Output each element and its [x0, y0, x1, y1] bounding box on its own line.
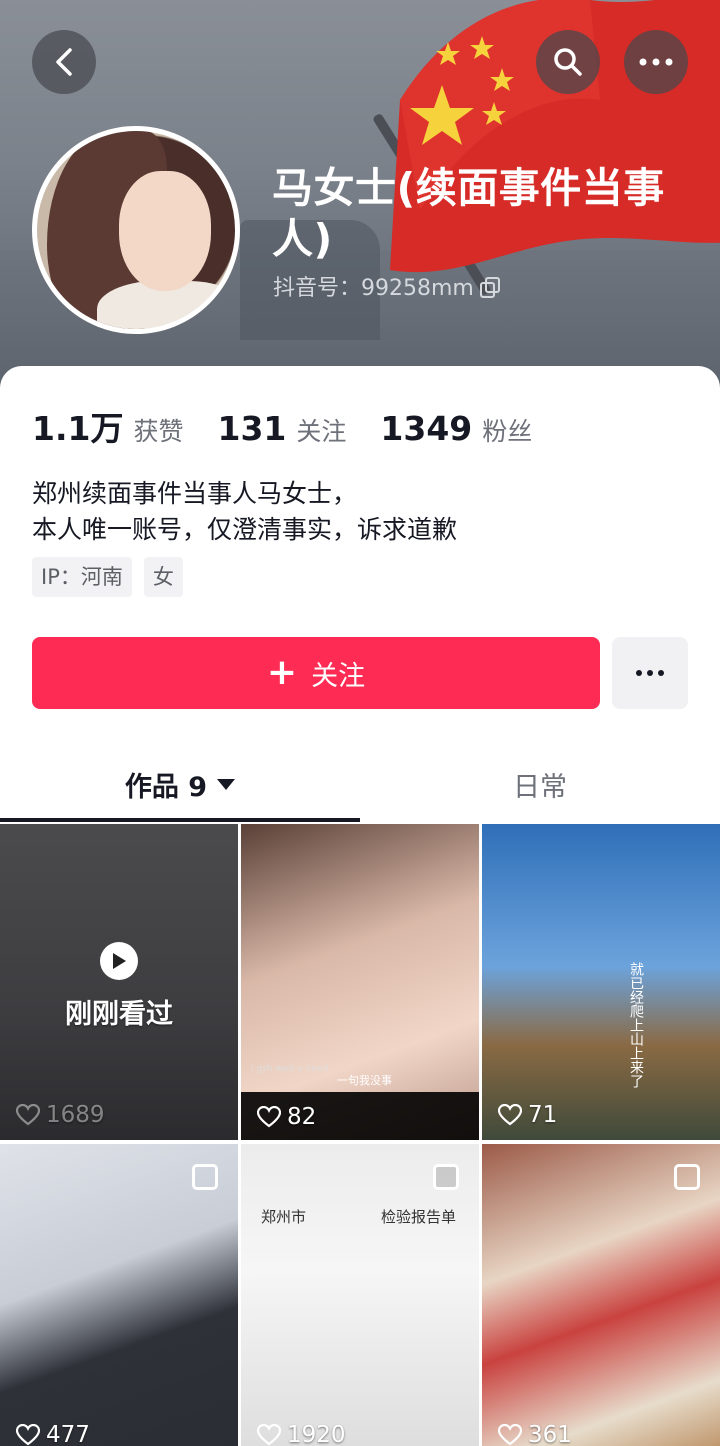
- stat-value: 1349: [380, 409, 473, 448]
- like-count-value: 71: [528, 1102, 558, 1128]
- douyin-id-text: 抖音号：99258mm: [273, 276, 474, 301]
- more-dots-icon: [636, 670, 664, 676]
- heart-icon: [257, 1424, 281, 1446]
- profile-bio: 郑州续面事件当事人马女士， 本人唯一账号，仅澄清事实，诉求道歉: [32, 479, 458, 544]
- heart-icon: [498, 1424, 522, 1446]
- stat-label: 关注: [296, 417, 347, 446]
- report-title: 郑州市 检验报告单: [261, 1208, 457, 1226]
- tab-works[interactable]: 作品 9: [0, 752, 360, 816]
- follow-more-button[interactable]: [612, 637, 688, 709]
- multi-image-icon: [192, 1164, 218, 1190]
- like-count: 477: [16, 1422, 90, 1446]
- image-tile[interactable]: 361: [482, 1144, 720, 1446]
- stat-likes[interactable]: 1.1万 获赞: [32, 402, 183, 450]
- tag-gender: 女: [143, 557, 183, 597]
- tab-daily[interactable]: 日常: [360, 752, 720, 816]
- tab-active-indicator: [0, 818, 360, 822]
- like-count: 82: [257, 1104, 316, 1130]
- profile-tags: IP：河南 女: [32, 557, 183, 597]
- video-caption: 就已经爬上山上来了: [628, 962, 644, 1088]
- video-tile[interactable]: 就已经爬上山上来了 71: [482, 824, 720, 1140]
- video-caption-small: i gsh wait u need: [251, 1064, 329, 1074]
- douyin-id[interactable]: 抖音号：99258mm: [273, 270, 500, 302]
- copy-icon[interactable]: [479, 277, 500, 298]
- image-tile[interactable]: 郑州市 检验报告单 1920: [241, 1144, 479, 1446]
- stat-following[interactable]: 131 关注: [217, 409, 346, 448]
- content-tabs: 作品 9 日常: [0, 752, 720, 822]
- stat-value: 1.1万: [32, 409, 124, 448]
- tab-daily-label: 日常: [513, 771, 567, 803]
- multi-image-icon: [674, 1164, 700, 1190]
- like-count: 1920: [257, 1422, 346, 1446]
- heart-icon: [257, 1106, 281, 1128]
- like-count-value: 82: [287, 1104, 317, 1130]
- like-count: 361: [498, 1422, 572, 1446]
- profile-name: 马女士(续面事件当事人): [272, 164, 665, 263]
- back-button[interactable]: [32, 30, 96, 94]
- stat-label: 粉丝: [482, 417, 533, 446]
- search-button[interactable]: [536, 30, 600, 94]
- like-count-value: 1920: [287, 1422, 346, 1446]
- tab-works-label: 作品 9: [124, 771, 208, 803]
- like-count-value: 361: [528, 1422, 572, 1446]
- like-count-value: 1689: [46, 1102, 105, 1128]
- plus-icon: +: [266, 652, 298, 693]
- image-tile[interactable]: 477: [0, 1144, 238, 1446]
- caret-down-icon: [217, 778, 236, 790]
- profile-stats: 1.1万 获赞 131 关注 1349 粉丝: [32, 402, 566, 450]
- follow-button[interactable]: + 关注: [32, 637, 600, 709]
- video-caption: 一句我没事: [337, 1074, 392, 1087]
- play-icon: [100, 942, 138, 980]
- tag-ip-location: IP：河南: [32, 557, 132, 597]
- multi-image-icon: [433, 1164, 459, 1190]
- heart-icon: [16, 1104, 40, 1126]
- stat-value: 131: [217, 409, 287, 448]
- more-options-button[interactable]: [624, 30, 688, 94]
- profile-avatar[interactable]: [32, 126, 240, 334]
- video-grid: 刚刚看过 1689 i gsh wait u need 一句我没事 82 就已经…: [0, 824, 720, 1446]
- search-icon: [554, 48, 582, 76]
- recently-watched-overlay: 刚刚看过: [0, 942, 238, 1031]
- chevron-left-icon: [56, 48, 72, 76]
- stat-label: 获赞: [133, 417, 184, 446]
- video-tile[interactable]: i gsh wait u need 一句我没事 82: [241, 824, 479, 1140]
- like-count: 1689: [16, 1102, 105, 1128]
- more-dots-icon: [639, 58, 673, 66]
- video-tile[interactable]: 刚刚看过 1689: [0, 824, 238, 1140]
- like-count-value: 477: [46, 1422, 90, 1446]
- heart-icon: [16, 1424, 40, 1446]
- heart-icon: [498, 1104, 522, 1126]
- stat-followers[interactable]: 1349 粉丝: [380, 409, 532, 448]
- like-count: 71: [498, 1102, 557, 1128]
- follow-label: 关注: [311, 660, 366, 692]
- recently-watched-label: 刚刚看过: [65, 999, 173, 1030]
